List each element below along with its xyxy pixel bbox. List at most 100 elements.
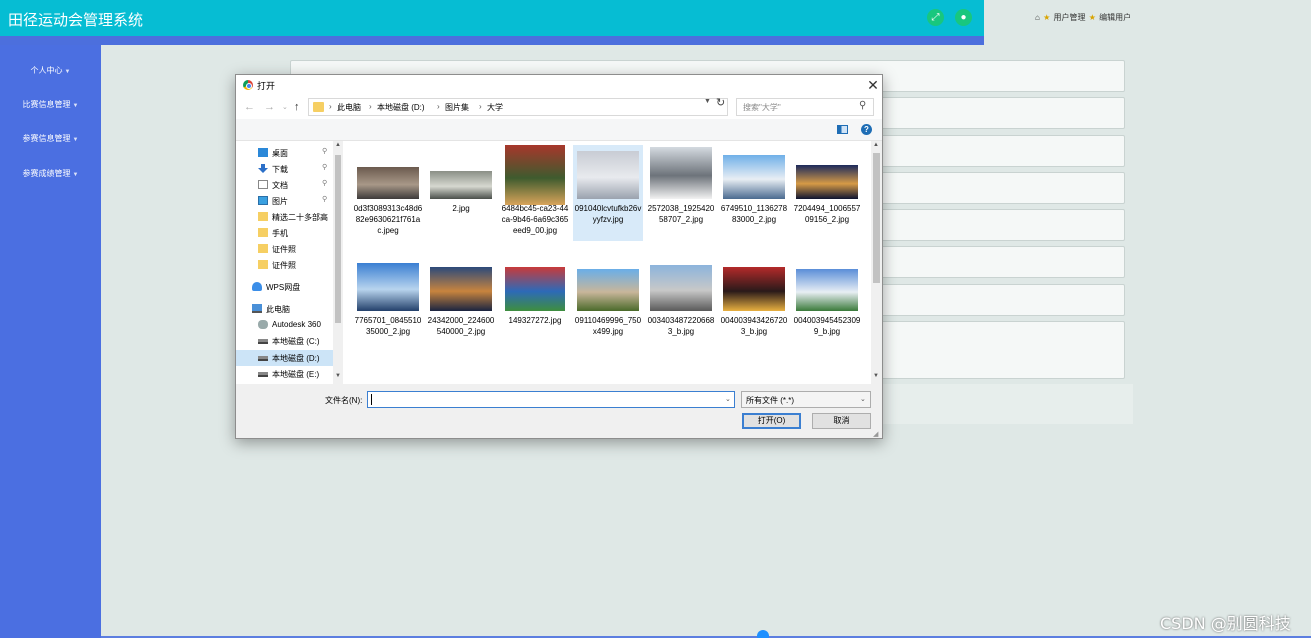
nav-tree-item[interactable]: 手机 — [236, 225, 333, 241]
file-item[interactable]: 0040039454523099_b.jpg — [792, 263, 862, 355]
nav-tree-label: WPS网盘 — [266, 283, 301, 292]
chevron-down-icon: ⌄ — [860, 396, 866, 403]
user-icon[interactable]: ● — [955, 9, 972, 26]
nav-tree-item[interactable]: 下载 ⚲ — [236, 161, 333, 177]
nav-tree-item[interactable]: WPS网盘 — [236, 279, 333, 295]
forward-arrow-icon[interactable]: → — [264, 101, 275, 113]
sidebar-item-label: 个人中心 — [30, 66, 63, 75]
nav-tree-label: 此电脑 — [266, 305, 290, 314]
file-item[interactable]: 7204494_100655709156_2.jpg — [792, 145, 862, 241]
resize-grip-icon[interactable]: ◢ — [873, 430, 878, 438]
nav-tree-item[interactable]: 证件照 — [236, 241, 333, 257]
drive-icon — [258, 356, 268, 361]
search-input[interactable]: 搜索"大学" ⚲ — [736, 98, 874, 116]
file-item[interactable] — [426, 381, 496, 384]
scroll-thumb[interactable] — [335, 155, 341, 323]
address-crumb[interactable]: 图片集 — [445, 102, 469, 113]
address-bar[interactable]: › 此电脑 › 本地磁盘 (D:) › 图片集 › 大学 — [308, 98, 728, 116]
file-item[interactable]: 0040039434267203_b.jpg — [719, 263, 789, 355]
file-name: 0040039434267203_b.jpg — [720, 316, 788, 336]
nav-tree-item[interactable]: 文档 ⚲ — [236, 177, 333, 193]
nav-scrollbar[interactable]: ▲ ▼ — [333, 141, 343, 384]
file-item[interactable] — [719, 381, 789, 384]
breadcrumb-item[interactable]: 用户管理 — [1053, 13, 1085, 22]
file-item[interactable]: 2572038_192542058707_2.jpg — [646, 145, 716, 241]
address-dropdown-icon[interactable]: ▼ — [704, 98, 711, 105]
up-arrow-icon[interactable]: ↑ — [294, 101, 300, 113]
refresh-icon[interactable]: ↻ — [716, 96, 725, 109]
close-icon[interactable]: ✕ — [864, 76, 882, 94]
scroll-up-icon[interactable]: ▲ — [873, 142, 879, 148]
app-title: 田径运动会管理系统 — [8, 11, 144, 29]
nav-tree-item[interactable]: 桌面 ⚲ — [236, 145, 333, 161]
sidebar-item-entry[interactable]: 参赛信息管理 ▼ — [0, 133, 101, 144]
nav-tree-item[interactable]: 本地磁盘 (D:) — [236, 350, 333, 366]
image-thumbnail — [577, 269, 639, 311]
sidebar-item-results[interactable]: 参赛成绩管理 ▼ — [0, 168, 101, 179]
help-icon[interactable]: ? — [861, 124, 872, 135]
home-icon[interactable]: ⌂ — [1035, 13, 1040, 22]
image-thumbnail — [357, 167, 419, 199]
scroll-down-icon[interactable]: ▼ — [873, 373, 879, 379]
file-item[interactable]: 149327272.jpg — [500, 263, 570, 355]
file-item[interactable] — [500, 381, 570, 384]
recent-dropdown-icon[interactable]: ⌄ — [282, 103, 288, 111]
sidebar-item-label: 比赛信息管理 — [22, 100, 71, 109]
scroll-indicator[interactable] — [757, 630, 769, 638]
fullscreen-icon[interactable]: ⤢ — [927, 9, 944, 26]
image-thumbnail — [505, 267, 565, 311]
file-item[interactable]: 7765701_084551035000_2.jpg — [353, 263, 423, 355]
scroll-thumb[interactable] — [873, 153, 880, 283]
file-item[interactable] — [353, 381, 423, 384]
chevron-down-icon[interactable]: ⌄ — [725, 395, 731, 403]
dialog-navbar: ← → ⌄ ↑ › 此电脑 › 本地磁盘 (D:) › 图片集 › 大学 ▼ ↻… — [236, 95, 882, 119]
image-thumbnail — [796, 165, 858, 199]
address-crumb[interactable]: 本地磁盘 (D:) — [377, 102, 425, 113]
file-name: 091040lcvtufkb26vyyfzv.jpg — [574, 204, 642, 224]
breadcrumb-item[interactable]: 编辑用户 — [1099, 13, 1131, 22]
sidebar-item-competition[interactable]: 比赛信息管理 ▼ — [0, 99, 101, 110]
filename-label: 文件名(N): — [325, 396, 363, 405]
file-item[interactable] — [646, 381, 716, 384]
nav-tree-item[interactable]: 本地磁盘 (C:) — [236, 333, 333, 349]
file-item[interactable]: 0034034872206683_b.jpg — [646, 263, 716, 355]
file-item[interactable]: 091040lcvtufkb26vyyfzv.jpg — [573, 145, 643, 241]
preview-pane-icon[interactable] — [837, 125, 848, 134]
open-button[interactable]: 打开(O) — [742, 413, 801, 429]
search-icon[interactable]: ⚲ — [859, 100, 866, 111]
nav-tree-item[interactable]: 图片 ⚲ — [236, 193, 333, 209]
image-thumbnail — [430, 267, 492, 311]
file-item[interactable] — [792, 381, 862, 384]
nav-tree-item[interactable]: 精选二十多部高 — [236, 209, 333, 225]
download-icon — [258, 164, 268, 173]
sidebar-item-personal[interactable]: 个人中心 ▼ — [0, 65, 101, 76]
filename-input[interactable]: ⌄ — [367, 391, 735, 408]
cancel-button[interactable]: 取消 — [812, 413, 871, 429]
back-arrow-icon[interactable]: ← — [244, 101, 255, 113]
file-item[interactable]: 6484bc45-ca23-44ca-9b46-6a69c365eed9_00.… — [500, 145, 570, 241]
chevron-down-icon: ▼ — [72, 137, 79, 143]
file-item[interactable]: 0d3f3089313c48d682e9630621f761ac.jpeg — [353, 145, 423, 241]
file-item[interactable]: 24342000_224600540000_2.jpg — [426, 263, 496, 355]
address-crumb[interactable]: 大学 — [487, 102, 503, 113]
address-crumb[interactable]: 此电脑 — [337, 102, 361, 113]
filetype-select[interactable]: 所有文件 (*.*) ⌄ — [741, 391, 871, 408]
nav-tree-item[interactable]: 证件照 — [236, 257, 333, 273]
image-thumbnail — [357, 263, 419, 311]
nav-tree-item[interactable]: 此电脑 — [236, 301, 333, 317]
file-open-dialog: 打开 ✕ ← → ⌄ ↑ › 此电脑 › 本地磁盘 (D:) › 图片集 › 大… — [235, 74, 883, 439]
image-thumbnail — [505, 145, 565, 205]
nav-tree-item[interactable]: 本地磁盘 (E:) — [236, 366, 333, 382]
text-caret — [371, 394, 372, 405]
dialog-titlebar: 打开 ✕ — [236, 75, 882, 95]
file-item[interactable] — [573, 381, 643, 384]
app-header: 田径运动会管理系统 ⤢ ● — [0, 0, 984, 36]
scroll-up-icon[interactable]: ▲ — [335, 142, 341, 148]
chevron-right-icon: › — [437, 102, 440, 111]
file-item[interactable]: 6749510_113627883000_2.jpg — [719, 145, 789, 241]
scroll-down-icon[interactable]: ▼ — [335, 373, 341, 379]
file-item[interactable]: 09110469996_750x499.jpg — [573, 263, 643, 355]
nav-tree-item[interactable]: Autodesk 360 — [236, 317, 333, 333]
file-scrollbar[interactable]: ▲ ▼ — [871, 141, 882, 384]
file-item[interactable]: 2.jpg — [426, 145, 496, 241]
